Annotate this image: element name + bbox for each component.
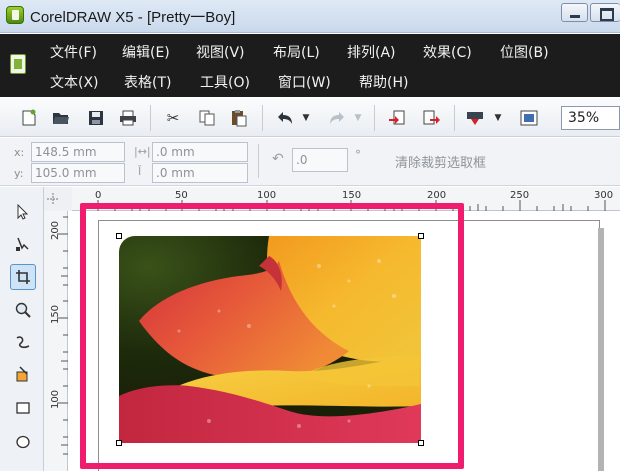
menu-file[interactable]: 文件(F) — [50, 42, 97, 62]
ruler-label-v150: 150 — [50, 304, 62, 325]
toolbox — [0, 187, 44, 471]
application-launcher-icon[interactable] — [464, 107, 486, 129]
menu-text[interactable]: 文本(X) — [50, 72, 99, 92]
welcome-screen-icon[interactable] — [518, 107, 540, 129]
highlight-frame — [80, 203, 464, 469]
menu-arrange[interactable]: 排列(A) — [347, 42, 396, 62]
ruler-label-50: 50 — [175, 190, 188, 201]
y-label: y: — [14, 167, 24, 180]
zoom-tool-icon[interactable] — [10, 297, 36, 323]
document-icon[interactable] — [10, 54, 26, 74]
menu-view[interactable]: 视图(V) — [196, 42, 245, 62]
title-bar: CorelDRAW X5 - [Pretty一Boy] — [0, 0, 620, 33]
minimize-button[interactable] — [561, 3, 588, 22]
new-icon[interactable] — [18, 107, 40, 129]
cut-icon[interactable]: ✂ — [162, 107, 184, 129]
height-field[interactable]: .0 mm — [152, 163, 248, 183]
menu-window[interactable]: 窗口(W) — [278, 72, 331, 92]
freehand-tool-icon[interactable] — [10, 329, 36, 355]
ruler-label-0: 0 — [95, 190, 102, 201]
undo-dropdown-icon[interactable]: ▼ — [300, 107, 312, 129]
ruler-label-300: 300 — [594, 190, 614, 201]
zoom-level-field[interactable]: 35% — [561, 106, 620, 130]
smart-fill-tool-icon[interactable] — [10, 361, 36, 387]
ellipse-tool-icon[interactable] — [10, 429, 36, 455]
coreldraw-app-icon[interactable] — [6, 6, 24, 24]
ruler-label-v100: 100 — [50, 389, 62, 410]
copy-icon[interactable] — [196, 107, 218, 129]
ruler-origin-corner[interactable] — [44, 187, 72, 211]
open-icon[interactable] — [50, 107, 72, 129]
launcher-dropdown-icon[interactable]: ▼ — [492, 107, 504, 129]
width-icon: |↔| — [134, 145, 151, 158]
shape-tool-icon[interactable] — [10, 231, 36, 257]
menu-help[interactable]: 帮助(H) — [359, 72, 408, 92]
menu-effects[interactable]: 效果(C) — [423, 42, 472, 62]
undo-icon[interactable] — [274, 107, 296, 129]
ruler-label-v200: 200 — [50, 220, 62, 241]
import-icon[interactable] — [386, 107, 408, 129]
y-position-field[interactable]: 105.0 mm — [31, 163, 125, 183]
width-field[interactable]: .0 mm — [152, 142, 248, 162]
ruler-label-200: 200 — [427, 190, 447, 201]
window-title: CorelDRAW X5 - [Pretty一Boy] — [30, 9, 236, 26]
menu-layout[interactable]: 布局(L) — [273, 42, 320, 62]
rotation-angle-field[interactable]: .0 — [292, 148, 348, 172]
print-icon[interactable] — [117, 107, 139, 129]
menu-bitmaps[interactable]: 位图(B) — [500, 42, 549, 62]
pick-tool-icon[interactable] — [10, 199, 36, 225]
ruler-label-150: 150 — [342, 190, 362, 201]
redo-dropdown-icon[interactable]: ▼ — [352, 107, 364, 129]
clear-crop-marquee-button[interactable]: 清除裁剪选取框 — [395, 152, 486, 171]
paste-icon[interactable] — [228, 107, 250, 129]
standard-toolbar: ✂ ▼ ▼ ▼ — [0, 98, 620, 137]
menu-edit[interactable]: 编辑(E) — [122, 42, 170, 62]
height-icon: Ī — [138, 165, 142, 178]
menu-tools[interactable]: 工具(O) — [200, 72, 250, 92]
page-shadow — [598, 228, 604, 471]
menu-table[interactable]: 表格(T) — [124, 72, 171, 92]
degree-symbol: ° — [355, 148, 361, 162]
crop-tool-icon[interactable] — [10, 264, 36, 290]
save-icon[interactable] — [85, 107, 107, 129]
ruler-label-250: 250 — [510, 190, 530, 201]
x-position-field[interactable]: 148.5 mm — [31, 142, 125, 162]
x-label: x: — [14, 146, 25, 159]
rotation-icon: ↶ — [272, 151, 284, 167]
rectangle-tool-icon[interactable] — [10, 395, 36, 421]
export-icon[interactable] — [420, 107, 442, 129]
redo-icon[interactable] — [326, 107, 348, 129]
ruler-label-100: 100 — [257, 190, 277, 201]
maximize-button[interactable] — [590, 3, 620, 22]
vertical-ruler[interactable]: 200 150 100 — [44, 211, 68, 471]
